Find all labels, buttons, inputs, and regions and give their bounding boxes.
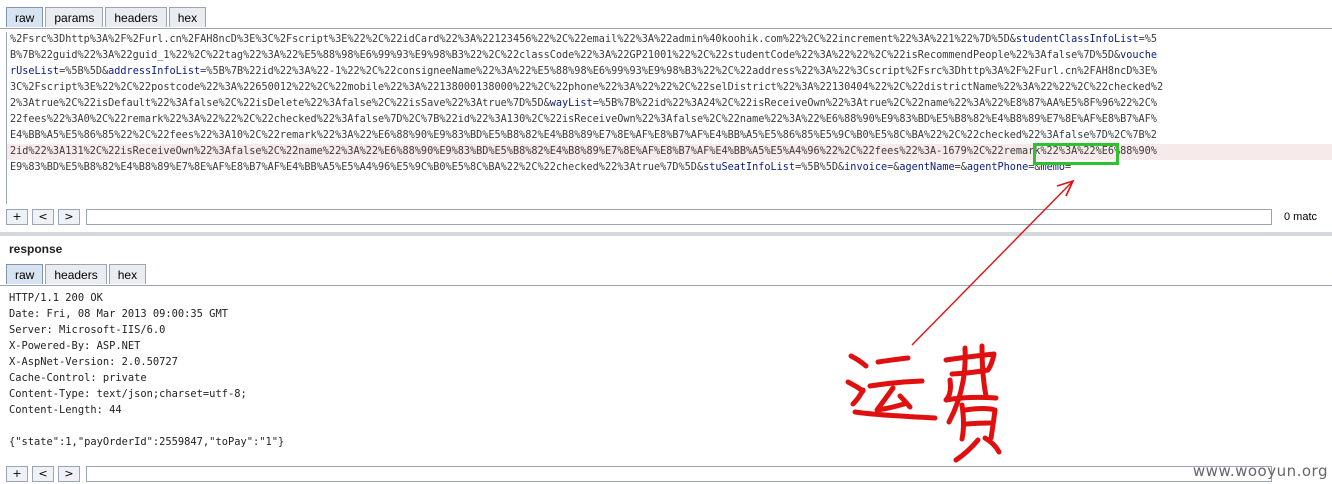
handwriting-yun	[845, 353, 938, 421]
watermark: www.wooyun.org	[1192, 462, 1328, 480]
annotation-arrow-line	[911, 181, 1073, 346]
handwriting-fei	[943, 343, 1002, 463]
annotation-overlay	[845, 179, 1075, 463]
